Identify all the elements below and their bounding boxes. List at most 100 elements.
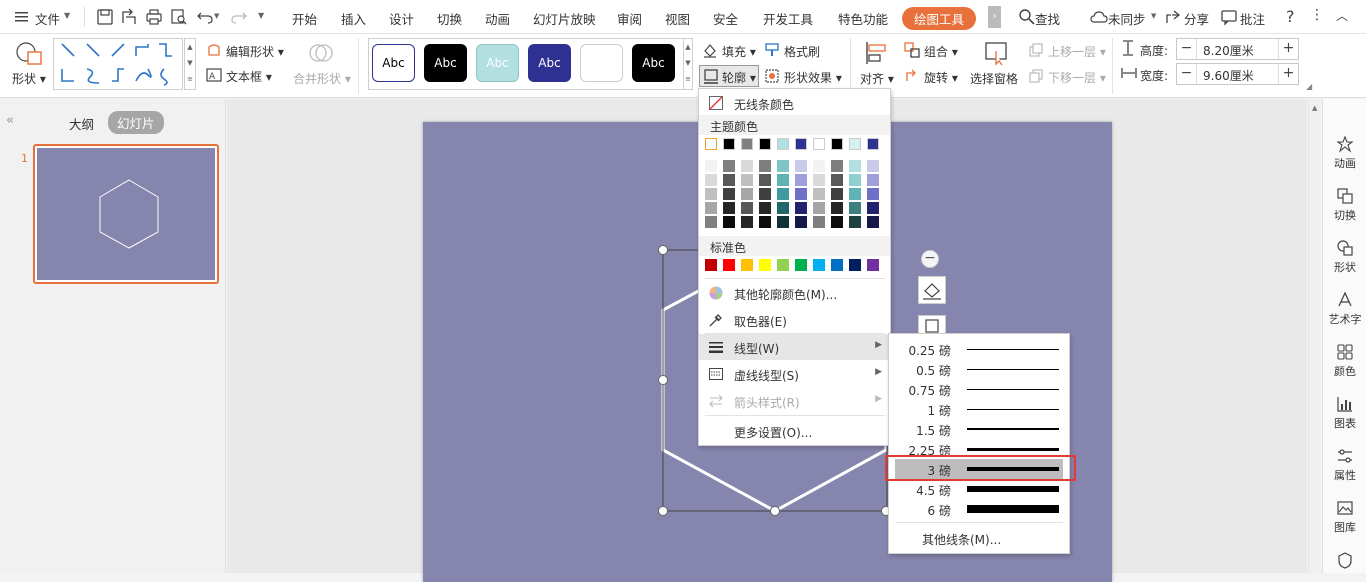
sidebar-item-gallery[interactable]: 图库	[1323, 499, 1366, 535]
sidebar-item-properties[interactable]: 属性	[1323, 447, 1366, 483]
standard-color-swatch[interactable]	[705, 259, 717, 271]
theme-color-swatch[interactable]	[867, 138, 879, 150]
theme-shade-swatch[interactable]	[831, 160, 843, 172]
scroll-tabs-button[interactable]: ›	[988, 6, 1001, 28]
tab-outline[interactable]: 大纲	[69, 114, 94, 133]
search-button[interactable]: 查找	[1035, 9, 1060, 28]
theme-color-swatch[interactable]	[831, 138, 843, 150]
line-weight-item[interactable]: 4.5 磅	[895, 479, 1063, 499]
theme-shade-swatch[interactable]	[849, 174, 861, 186]
theme-color-swatch[interactable]	[705, 138, 717, 150]
theme-shade-swatch[interactable]	[705, 202, 717, 214]
text-box-button[interactable]: 文本框 ▾	[226, 68, 272, 85]
eyedropper-item[interactable]: 取色器(E)	[699, 307, 890, 333]
vertical-scrollbar[interactable]: ▲	[1308, 99, 1321, 573]
line-weight-item[interactable]: 1 磅	[895, 399, 1063, 419]
theme-shade-swatch[interactable]	[723, 202, 735, 214]
sync-status[interactable]: 未同步	[1108, 9, 1146, 28]
tab-home[interactable]: 开始	[292, 9, 317, 28]
resize-handle[interactable]	[658, 506, 668, 516]
format-painter-button[interactable]: 格式刷	[784, 43, 820, 60]
theme-shade-swatch[interactable]	[777, 160, 789, 172]
standard-color-swatch[interactable]	[831, 259, 843, 271]
more-settings-item[interactable]: 更多设置(O)...	[699, 418, 890, 444]
theme-shade-swatch[interactable]	[813, 174, 825, 186]
tab-review[interactable]: 审阅	[617, 9, 642, 28]
share-button[interactable]: 分享	[1184, 9, 1209, 28]
theme-shade-swatch[interactable]	[849, 188, 861, 200]
height-field[interactable]: − 8.20厘米 +	[1176, 38, 1299, 60]
theme-shade-swatch[interactable]	[777, 202, 789, 214]
redo-icon[interactable]	[230, 8, 248, 26]
theme-shade-swatch[interactable]	[705, 174, 717, 186]
hamburger-icon[interactable]	[14, 10, 30, 24]
theme-color-swatch[interactable]	[777, 138, 789, 150]
gallery-scroll[interactable]: ▲ ▼ ≡	[683, 38, 693, 90]
tab-special[interactable]: 特色功能	[838, 9, 888, 28]
resize-handle[interactable]	[658, 375, 668, 385]
gallery-scroll[interactable]: ▲ ▼ ≡	[184, 38, 196, 90]
more-icon[interactable]: ▼	[258, 11, 264, 20]
style-sample-6[interactable]: Abc	[632, 44, 675, 82]
standard-color-swatch[interactable]	[723, 259, 735, 271]
theme-shade-swatch[interactable]	[831, 188, 843, 200]
theme-shade-swatch[interactable]	[759, 188, 771, 200]
tab-slideshow[interactable]: 幻灯片放映	[533, 9, 596, 28]
style-sample-1[interactable]: Abc	[372, 44, 415, 82]
style-sample-3[interactable]: Abc	[476, 44, 519, 82]
increase-width-button[interactable]: +	[1278, 64, 1298, 84]
decrease-width-button[interactable]: −	[1177, 64, 1197, 84]
theme-shade-swatch[interactable]	[849, 202, 861, 214]
tab-security[interactable]: 安全	[713, 9, 738, 28]
shape-button[interactable]: 形状 ▾	[12, 70, 46, 87]
theme-shade-swatch[interactable]	[723, 160, 735, 172]
standard-color-swatch[interactable]	[849, 259, 861, 271]
undo-icon[interactable]	[196, 8, 214, 26]
line-style-item[interactable]: 线型(W) ▶	[699, 334, 890, 360]
tab-insert[interactable]: 插入	[341, 9, 366, 28]
sidebar-item-shape[interactable]: 形状	[1323, 239, 1366, 275]
tab-drawing-tools[interactable]: 绘图工具	[902, 7, 977, 30]
expand-dialog-icon[interactable]: ◢	[1306, 82, 1312, 91]
merge-shape-button[interactable]: 合并形状 ▾	[293, 70, 351, 87]
shape-icon[interactable]	[14, 40, 44, 68]
collapse-panel-icon[interactable]: «	[6, 113, 14, 128]
theme-shade-swatch[interactable]	[813, 202, 825, 214]
theme-shade-swatch[interactable]	[795, 216, 807, 228]
group-button[interactable]: 组合 ▾	[924, 43, 958, 60]
standard-color-swatch[interactable]	[777, 259, 789, 271]
no-line-color-item[interactable]: 无线条颜色	[699, 90, 890, 116]
sidebar-item-animation[interactable]: 动画	[1323, 135, 1366, 171]
other-lines-item[interactable]: 其他线条(M)...	[922, 531, 1001, 548]
style-sample-2[interactable]: Abc	[424, 44, 467, 82]
line-weight-item[interactable]: 0.5 磅	[895, 359, 1063, 379]
theme-shade-swatch[interactable]	[777, 174, 789, 186]
theme-shade-swatch[interactable]	[831, 202, 843, 214]
tab-developer[interactable]: 开发工具	[763, 9, 813, 28]
theme-shade-swatch[interactable]	[777, 188, 789, 200]
standard-color-swatch[interactable]	[867, 259, 879, 271]
theme-shade-swatch[interactable]	[813, 216, 825, 228]
theme-shade-swatch[interactable]	[723, 174, 735, 186]
theme-shade-swatch[interactable]	[831, 216, 843, 228]
selection-pane-button[interactable]: 选择窗格	[970, 70, 1018, 87]
standard-color-swatch[interactable]	[759, 259, 771, 271]
standard-color-swatch[interactable]	[813, 259, 825, 271]
theme-shade-swatch[interactable]	[867, 174, 879, 186]
theme-shade-swatch[interactable]	[705, 216, 717, 228]
theme-shade-swatch[interactable]	[777, 216, 789, 228]
tab-transition[interactable]: 切换	[437, 9, 462, 28]
theme-shade-swatch[interactable]	[759, 202, 771, 214]
theme-shade-swatch[interactable]	[759, 216, 771, 228]
scroll-up-icon[interactable]: ▲	[1312, 104, 1317, 112]
float-outline-button[interactable]	[918, 315, 946, 333]
theme-shade-swatch[interactable]	[795, 188, 807, 200]
slide-thumbnail[interactable]	[33, 144, 219, 284]
theme-shade-swatch[interactable]	[705, 160, 717, 172]
theme-shade-swatch[interactable]	[741, 188, 753, 200]
sidebar-item-wordart[interactable]: 艺术字	[1323, 291, 1366, 327]
print-preview-icon[interactable]	[170, 8, 188, 26]
outline-button[interactable]: 轮廓 ▾	[722, 69, 756, 86]
export-icon[interactable]	[120, 8, 138, 26]
float-fill-button[interactable]	[918, 276, 946, 304]
